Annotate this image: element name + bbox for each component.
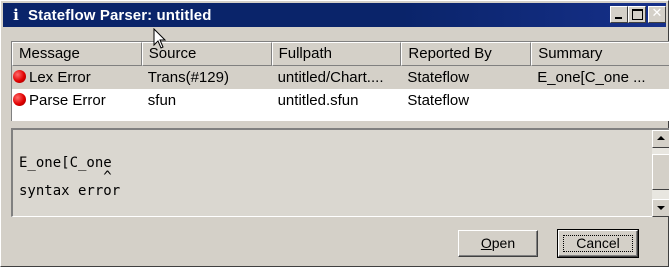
close-button[interactable]: ✕ <box>648 6 666 23</box>
list-row[interactable]: Parse Error sfun untitled.sfun Stateflow <box>12 89 669 112</box>
row-reported-by: Stateflow <box>407 92 470 109</box>
detail-text: E_one[C_one ^ syntax error <box>19 155 121 199</box>
mouse-pointer-icon <box>153 28 167 49</box>
open-mnemonic: O <box>480 235 492 251</box>
row-fullpath: untitled/Chart.... <box>277 69 384 86</box>
row-fullpath: untitled.sfun <box>277 92 359 109</box>
column-header-fullpath[interactable]: Fullpath <box>271 42 402 66</box>
row-reported-by: Stateflow <box>407 69 470 86</box>
error-icon <box>13 70 26 83</box>
error-icon <box>13 93 26 106</box>
scroll-down-button[interactable] <box>652 199 669 217</box>
minimize-button[interactable] <box>610 6 628 23</box>
scroll-thumb[interactable] <box>652 154 669 190</box>
open-label-rest: pen <box>491 235 516 251</box>
scroll-up-button[interactable] <box>652 130 669 148</box>
row-source: sfun <box>147 92 177 109</box>
column-header-reported-by[interactable]: Reported By <box>401 42 532 66</box>
window-title: Stateflow Parser: untitled <box>28 6 212 24</box>
parser-window: i Stateflow Parser: untitled ✕ Message S… <box>0 0 669 267</box>
row-message: Parse Error <box>29 92 106 109</box>
row-summary: E_one[C_one ... <box>537 69 646 86</box>
window-controls: ✕ <box>610 6 666 23</box>
row-source: Trans(#129) <box>147 69 229 86</box>
column-header-summary[interactable]: Summary <box>531 42 669 66</box>
close-icon: ✕ <box>651 6 663 21</box>
list-header: Message Source Fullpath Reported By Summ… <box>12 42 669 66</box>
vertical-scrollbar[interactable] <box>652 130 669 217</box>
message-detail[interactable]: E_one[C_one ^ syntax error <box>11 128 669 217</box>
message-list[interactable]: Message Source Fullpath Reported By Summ… <box>11 41 669 121</box>
cancel-label: Cancel <box>576 235 620 251</box>
open-button[interactable]: Open <box>458 230 538 257</box>
info-icon: i <box>13 6 19 24</box>
maximize-button[interactable] <box>628 6 646 23</box>
column-header-message[interactable]: Message <box>12 42 142 66</box>
row-message: Lex Error <box>29 69 91 86</box>
list-row[interactable]: Lex Error Trans(#129) untitled/Chart....… <box>12 66 669 89</box>
title-bar[interactable]: i Stateflow Parser: untitled ✕ <box>3 3 666 27</box>
cancel-button[interactable]: Cancel <box>557 229 639 258</box>
